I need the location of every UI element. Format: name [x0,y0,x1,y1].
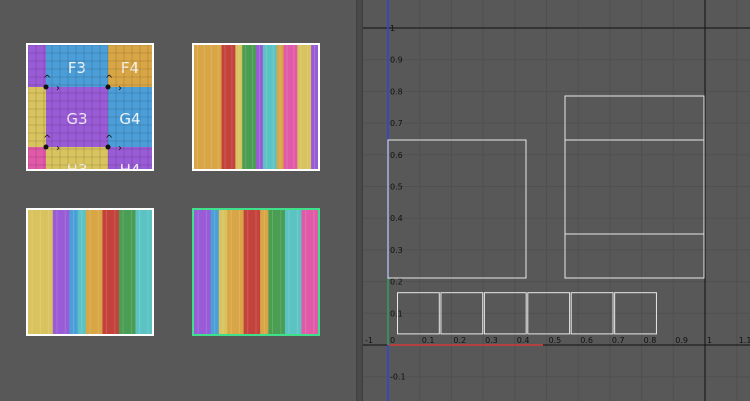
uv-grid-canvas[interactable]: -1 0 0.1 0.2 0.3 0.4 0.5 0.6 0.7 0.8 0.9 1 1.1 1 0.9 0.… [363,0,750,401]
y-tick-label: 1 [390,24,395,33]
uv-vertex-marker [43,84,49,90]
thumbnail-canvas [194,45,318,169]
texture-cell-label: F3 [68,59,86,77]
x-tick-label: 0.1 [422,336,435,345]
thumbnail-canvas [194,210,318,334]
arrow-right-icon: › [56,143,60,154]
x-tick-label: 0 [390,336,395,345]
uv-island-left[interactable] [387,139,527,279]
x-tick-label: 1.1 [739,336,750,345]
y-tick-label: 0.5 [390,183,403,192]
arrow-up-icon: ^ [43,74,51,85]
y-tick-label: -0.1 [390,373,406,382]
x-tick-label: 0.3 [485,336,498,345]
thumbnail-canvas [28,210,152,334]
panel-splitter[interactable] [356,0,363,401]
y-tick-label: 0.3 [390,246,403,255]
arrow-right-icon: › [118,83,122,94]
uv-editor-viewport[interactable]: -1 0 0.1 0.2 0.3 0.4 0.5 0.6 0.7 0.8 0.9 1 1.1 1 0.9 0.… [363,0,750,401]
y-tick-label: 0.9 [390,56,403,65]
arrow-up-icon: ^ [105,134,113,145]
arrow-right-icon: › [118,143,122,154]
texture-thumbnail-stripes-2[interactable] [26,208,154,336]
uv-vertex-marker [43,144,49,150]
arrow-up-icon: ^ [105,74,113,85]
texture-thumbnail-grid[interactable]: F3F4G3G4H3H4›^›^›^›^ [26,43,154,171]
y-tick-label: 0.8 [390,87,403,96]
x-tick-label: 0.9 [675,336,688,345]
texture-thumbnail-stripes-3-selected[interactable] [192,208,320,336]
y-tick-label: 0.1 [390,309,403,318]
x-tick-label: 0.6 [580,336,593,345]
y-tick-label: 0.4 [390,214,403,223]
texture-thumbnail-stripes-1[interactable] [192,43,320,171]
x-tick-label: 0.4 [517,336,530,345]
uv-vertex-marker [105,84,111,90]
x-tick-label: 0.5 [549,336,562,345]
x-tick-label: 0.8 [644,336,657,345]
thumbnail-canvas: F3F4G3G4H3H4›^›^›^›^ [28,45,152,169]
y-tick-label: 0.6 [390,151,403,160]
x-tick-label: 0.7 [612,336,625,345]
texture-panel: F3F4G3G4H3H4›^›^›^›^ [0,0,356,401]
texture-cell [28,147,46,169]
x-tick-label: 1 [707,336,712,345]
arrow-up-icon: ^ [43,134,51,145]
y-tick-label: 0.7 [390,119,403,128]
y-tick-label: 0.2 [390,278,403,287]
x-tick-label: 0.2 [453,336,466,345]
uv-vertex-marker [105,144,111,150]
arrow-right-icon: › [56,83,60,94]
x-tick-label: -1 [365,336,373,345]
